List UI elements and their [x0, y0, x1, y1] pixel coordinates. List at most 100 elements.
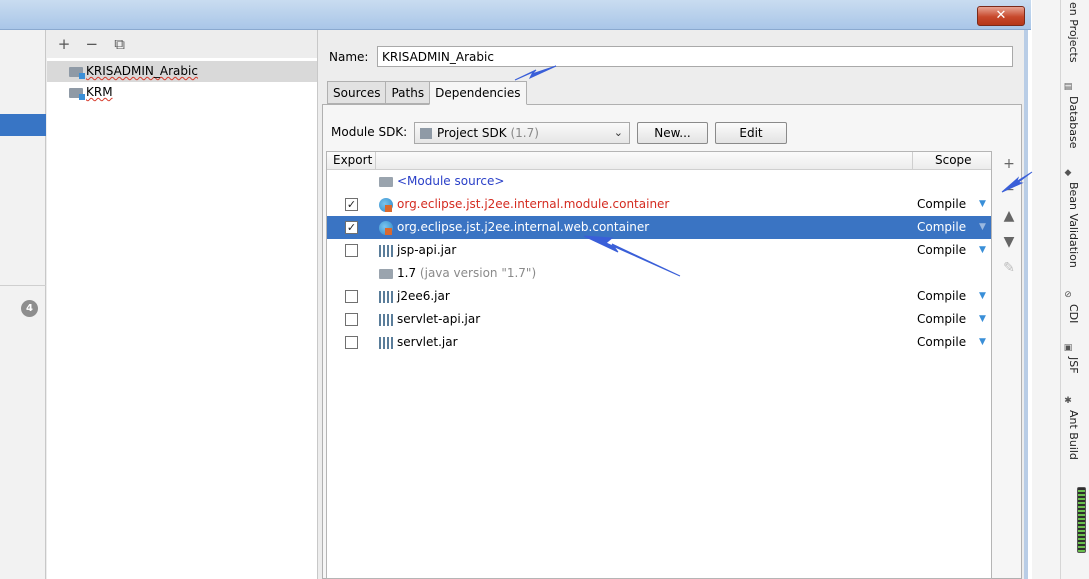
tree-item-label: KRISADMIN_Arabic [86, 64, 198, 78]
tool-window-ant-build[interactable]: Ant Build [1060, 410, 1080, 460]
tool-window-bean-validation[interactable]: Bean Validation [1060, 182, 1080, 268]
export-checkbox[interactable] [345, 290, 358, 303]
cdi-icon: ⊘ [1064, 290, 1072, 300]
dependency-name: <Module source> [397, 174, 505, 188]
module-settings: Name: Sources Paths Dependencies Module … [319, 30, 1024, 579]
tree-item-krisadmin-arabic[interactable]: KRISADMIN_Arabic [47, 61, 317, 82]
dependency-name: servlet.jar [397, 335, 458, 349]
close-button[interactable]: ✕ [977, 6, 1025, 26]
library-icon [379, 198, 393, 212]
dependency-side-toolbar: + − ▲ ▼ ✎ [998, 151, 1020, 281]
export-checkbox[interactable]: ✓ [345, 221, 358, 234]
selected-category[interactable] [0, 114, 46, 136]
dependency-name: org.eclipse.jst.j2ee.internal.web.contai… [397, 220, 650, 234]
ant-icon: ✱ [1064, 396, 1072, 406]
dependencies-table: Export Scope <Module source> ✓ org.eclip… [326, 151, 992, 579]
scope-value[interactable]: Compile [917, 216, 966, 239]
jar-icon [379, 291, 393, 303]
tab-sources[interactable]: Sources [327, 81, 386, 104]
jar-icon [379, 245, 393, 257]
tool-window-database[interactable]: Database [1060, 96, 1080, 149]
folder-icon [379, 269, 393, 279]
tree-toolbar: + − ⧉ [47, 30, 317, 58]
settings-category-strip: 4 [0, 30, 46, 579]
folder-icon [379, 177, 393, 187]
tab-paths[interactable]: Paths [385, 81, 430, 104]
bean-validation-icon: ◆ [1064, 168, 1072, 178]
move-up-icon[interactable]: ▲ [998, 203, 1020, 229]
scope-value[interactable]: Compile [917, 285, 966, 308]
table-row-selected[interactable]: ✓ org.eclipse.jst.j2ee.internal.web.cont… [327, 216, 991, 239]
scope-dropdown-icon[interactable]: ▼ [979, 285, 986, 308]
jar-icon [379, 337, 393, 349]
export-checkbox[interactable] [345, 336, 358, 349]
jar-icon [379, 314, 393, 326]
tool-window-projects[interactable]: en Projects [1060, 2, 1080, 63]
add-dependency-icon[interactable]: + [998, 151, 1020, 177]
module-sdk-select[interactable]: Project SDK (1.7) ⌄ [414, 122, 630, 144]
column-scope[interactable]: Scope [912, 152, 992, 170]
dependency-name: servlet-api.jar [397, 312, 481, 326]
remove-dependency-icon[interactable]: − [998, 177, 1020, 203]
category-divider [0, 285, 46, 286]
tree-item-krm[interactable]: KRM [47, 82, 317, 103]
sdk-value: Project SDK [437, 126, 507, 140]
edit-dependency-icon[interactable]: ✎ [998, 255, 1020, 281]
table-row[interactable]: servlet.jar Compile ▼ [327, 331, 991, 354]
sdk-version: (1.7) [510, 126, 539, 140]
database-icon: ▤ [1063, 82, 1073, 92]
dependency-name: 1.7 (java version "1.7") [397, 262, 536, 285]
table-row[interactable]: servlet-api.jar Compile ▼ [327, 308, 991, 331]
tool-window-cdi[interactable]: CDI [1060, 304, 1080, 323]
export-checkbox[interactable] [345, 244, 358, 257]
module-folder-icon [69, 88, 85, 100]
table-row[interactable]: jsp-api.jar Compile ▼ [327, 239, 991, 262]
scope-value[interactable]: Compile [917, 308, 966, 331]
module-tree-panel: + − ⧉ KRISADMIN_Arabic KRM [47, 30, 318, 579]
ide-tool-window-strip: en Projects ▤ Database ◆ Bean Validation… [1032, 0, 1089, 579]
new-sdk-button[interactable]: New... [637, 122, 708, 144]
copy-module-icon[interactable]: ⧉ [108, 35, 132, 53]
name-label: Name: [329, 50, 369, 64]
library-icon [379, 221, 393, 235]
tree-item-label: KRM [86, 85, 113, 99]
chevron-down-icon: ⌄ [613, 126, 623, 139]
column-export[interactable]: Export [327, 152, 376, 170]
strip-divider [1060, 0, 1061, 579]
dependency-name: j2ee6.jar [397, 289, 450, 303]
dependency-name: jsp-api.jar [397, 243, 457, 257]
scope-dropdown-icon[interactable]: ▼ [979, 308, 986, 331]
table-header: Export Scope [327, 152, 991, 170]
scope-dropdown-icon[interactable]: ▼ [979, 216, 986, 239]
tab-dependencies[interactable]: Dependencies [429, 81, 527, 105]
move-down-icon[interactable]: ▼ [998, 229, 1020, 255]
memory-indicator [1077, 487, 1086, 553]
sdk-folder-icon [420, 128, 432, 139]
table-row[interactable]: ✓ org.eclipse.jst.j2ee.internal.module.c… [327, 193, 991, 216]
scope-dropdown-icon[interactable]: ▼ [979, 239, 986, 262]
table-row[interactable]: j2ee6.jar Compile ▼ [327, 285, 991, 308]
dialog-titlebar: ✕ [0, 0, 1031, 30]
dependency-name: org.eclipse.jst.j2ee.internal.module.con… [397, 197, 670, 211]
scope-dropdown-icon[interactable]: ▼ [979, 331, 986, 354]
table-row[interactable]: 1.7 (java version "1.7") [327, 262, 991, 285]
scope-dropdown-icon[interactable]: ▼ [979, 193, 986, 216]
jsf-icon: ▣ [1063, 343, 1073, 353]
export-checkbox[interactable] [345, 313, 358, 326]
module-sdk-label: Module SDK: [331, 125, 408, 139]
module-tabs: Sources Paths Dependencies [327, 81, 527, 105]
sdk-version-note: (java version "1.7") [419, 266, 537, 280]
edit-sdk-button[interactable]: Edit [715, 122, 787, 144]
scope-value[interactable]: Compile [917, 193, 966, 216]
table-row[interactable]: <Module source> [327, 170, 991, 193]
remove-module-icon[interactable]: − [80, 35, 104, 53]
sdk-name: 1.7 [397, 266, 417, 280]
module-name-input[interactable] [377, 46, 1013, 67]
module-folder-icon [69, 67, 85, 79]
tool-window-jsf[interactable]: JSF [1060, 357, 1080, 374]
export-checkbox[interactable]: ✓ [345, 198, 358, 211]
scope-value[interactable]: Compile [917, 331, 966, 354]
add-module-icon[interactable]: + [52, 35, 76, 53]
scope-value[interactable]: Compile [917, 239, 966, 262]
problems-badge[interactable]: 4 [21, 300, 38, 317]
